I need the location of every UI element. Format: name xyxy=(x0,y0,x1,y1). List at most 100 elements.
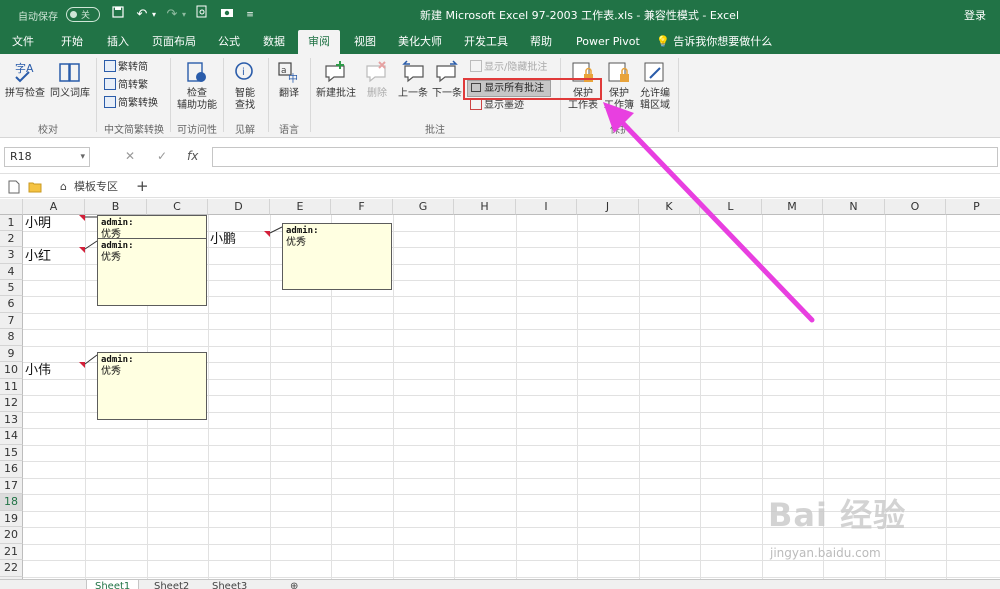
tab-data[interactable]: 数据 xyxy=(263,30,285,54)
column-header[interactable]: M xyxy=(762,199,823,215)
comment-box[interactable]: admin: 优秀 xyxy=(97,352,207,420)
formula-bar: R18 ▾ ✕ ✓ fx xyxy=(0,138,1000,174)
allow-edit-ranges-button[interactable]: 允许编 辑区域 xyxy=(636,60,674,112)
tab-view[interactable]: 视图 xyxy=(354,30,376,54)
new-document-icon[interactable] xyxy=(8,180,20,194)
redo-icon[interactable]: ↷ xyxy=(164,5,180,25)
translate-button[interactable]: a中 翻译 xyxy=(272,60,306,100)
column-header[interactable]: I xyxy=(516,199,577,215)
camera-icon[interactable] xyxy=(218,5,236,25)
check-line1: 检查 xyxy=(187,88,207,99)
language-group-label: 语言 xyxy=(279,125,299,136)
column-header[interactable]: K xyxy=(639,199,700,215)
toggle-knob xyxy=(70,11,77,18)
template-zone-label: 模板专区 xyxy=(74,180,118,193)
row-header[interactable]: 21 xyxy=(0,544,23,560)
row-header[interactable]: 20 xyxy=(0,527,23,544)
title-bar: 自动保存 关 ↶ ▾ ↷ ▾ ≡ 新建 Microsoft Excel 97-2… xyxy=(0,0,1000,30)
add-tab-icon[interactable]: + xyxy=(136,177,149,195)
baidu-watermark: Bai 经验 jingyan.baidu.com xyxy=(760,488,970,568)
tab-power-pivot[interactable]: Power Pivot xyxy=(576,30,640,54)
row-header[interactable]: 22 xyxy=(0,560,23,577)
allow-edit-line2: 辑区域 xyxy=(640,100,670,111)
thesaurus-button[interactable]: 同义词库 xyxy=(48,60,92,100)
column-header[interactable]: H xyxy=(454,199,516,215)
new-comment-button[interactable]: 新建批注 xyxy=(314,60,358,100)
row-header-selected[interactable]: 18 xyxy=(0,494,23,511)
spelling-button[interactable]: 字A 拼写检查 xyxy=(4,60,46,100)
column-header[interactable]: O xyxy=(885,199,946,215)
group-separator xyxy=(96,58,97,132)
smart-line1: 智能 xyxy=(235,88,255,99)
column-header[interactable]: J xyxy=(577,199,639,215)
tab-home[interactable]: 开始 xyxy=(61,30,83,54)
check-accessibility-button[interactable]: 检查 辅助功能 xyxy=(174,60,220,112)
smart-lookup-button[interactable]: i 智能 查找 xyxy=(226,60,264,112)
comment-box[interactable]: admin: 优秀 xyxy=(97,238,207,306)
new-comment-icon xyxy=(325,61,345,83)
column-header[interactable]: L xyxy=(700,199,762,215)
accessibility-icon xyxy=(187,62,206,82)
row-header[interactable]: 14 xyxy=(0,428,23,445)
print-preview-icon[interactable] xyxy=(194,5,210,25)
undo-icon[interactable]: ↶ xyxy=(134,5,150,25)
delete-comment-label: 删除 xyxy=(367,88,387,99)
comment-author: admin: xyxy=(101,241,134,251)
sheet-tab-sheet1[interactable]: Sheet1 xyxy=(86,580,140,589)
show-ink-button[interactable]: 显示墨迹 xyxy=(470,98,524,113)
row-header[interactable]: 19 xyxy=(0,511,23,527)
convert-button[interactable]: 简繁转换 xyxy=(104,96,158,111)
gridline xyxy=(639,215,640,579)
column-header[interactable]: G xyxy=(393,199,454,215)
name-box[interactable]: R18 ▾ xyxy=(4,147,90,167)
template-zone-tab[interactable]: ⌂ 模板专区 xyxy=(56,176,118,198)
tab-review[interactable]: 审阅 xyxy=(298,30,340,54)
svg-text:字A: 字A xyxy=(15,61,34,75)
save-icon[interactable] xyxy=(110,5,126,25)
insert-function-icon[interactable]: fx xyxy=(187,149,198,163)
tab-developer[interactable]: 开发工具 xyxy=(464,30,508,54)
spelling-label: 拼写检查 xyxy=(5,88,45,99)
row-header[interactable]: 17 xyxy=(0,478,23,494)
login-link[interactable]: 登录 xyxy=(964,7,986,23)
to-simplified-button[interactable]: 简转繁 xyxy=(104,78,148,93)
previous-comment-button[interactable]: 上一条 xyxy=(396,60,430,100)
cancel-icon: ✕ xyxy=(125,149,136,163)
protect-workbook-button[interactable]: 保护 工作簿 xyxy=(602,60,636,112)
row-header[interactable]: 15 xyxy=(0,445,23,461)
sheet-tab-sheet2[interactable]: Sheet2 xyxy=(146,580,197,589)
gridline xyxy=(23,461,1000,462)
add-sheet-icon[interactable]: ⊕ xyxy=(282,580,306,589)
comment-text: 优秀 xyxy=(101,252,121,263)
undo-dropdown-icon[interactable]: ▾ xyxy=(150,5,158,25)
formula-input[interactable] xyxy=(212,147,998,167)
customize-qat-icon[interactable]: ≡ xyxy=(244,5,256,25)
sheet-tab-sheet3[interactable]: Sheet3 xyxy=(204,580,255,589)
gridline xyxy=(516,215,517,579)
column-header[interactable]: P xyxy=(946,199,1000,215)
tab-formulas[interactable]: 公式 xyxy=(218,30,240,54)
tab-page-layout[interactable]: 页面布局 xyxy=(152,30,196,54)
show-hide-comment-button: 显示/隐藏批注 xyxy=(470,60,547,75)
spelling-icon: 字A xyxy=(15,61,34,83)
next-comment-button[interactable]: 下一条 xyxy=(430,60,464,100)
thesaurus-label: 同义词库 xyxy=(50,88,90,99)
tab-help[interactable]: 帮助 xyxy=(530,30,552,54)
tab-insert[interactable]: 插入 xyxy=(107,30,129,54)
template-bar: ⌂ 模板专区 + xyxy=(0,176,1000,198)
row-header[interactable]: 16 xyxy=(0,461,23,478)
protect-workbook-icon xyxy=(608,62,629,82)
comment-box[interactable]: admin: 优秀 xyxy=(282,223,392,290)
row-header[interactable]: 13 xyxy=(0,412,23,428)
folder-icon[interactable] xyxy=(28,181,42,193)
tab-file[interactable]: 文件 xyxy=(12,30,34,54)
smart-lookup-icon: i xyxy=(235,62,253,80)
to-traditional-button[interactable]: 繁转简 xyxy=(104,60,148,75)
tell-me-search[interactable]: 💡 告诉我你想要做什么 xyxy=(656,30,772,54)
tab-beautify-master[interactable]: 美化大师 xyxy=(398,30,442,54)
translate-icon: a中 xyxy=(278,62,298,85)
autosave-toggle[interactable]: 关 xyxy=(66,7,100,22)
convert-icon xyxy=(104,60,116,72)
column-header[interactable]: N xyxy=(823,199,885,215)
annotation-highlight-box xyxy=(463,78,602,100)
